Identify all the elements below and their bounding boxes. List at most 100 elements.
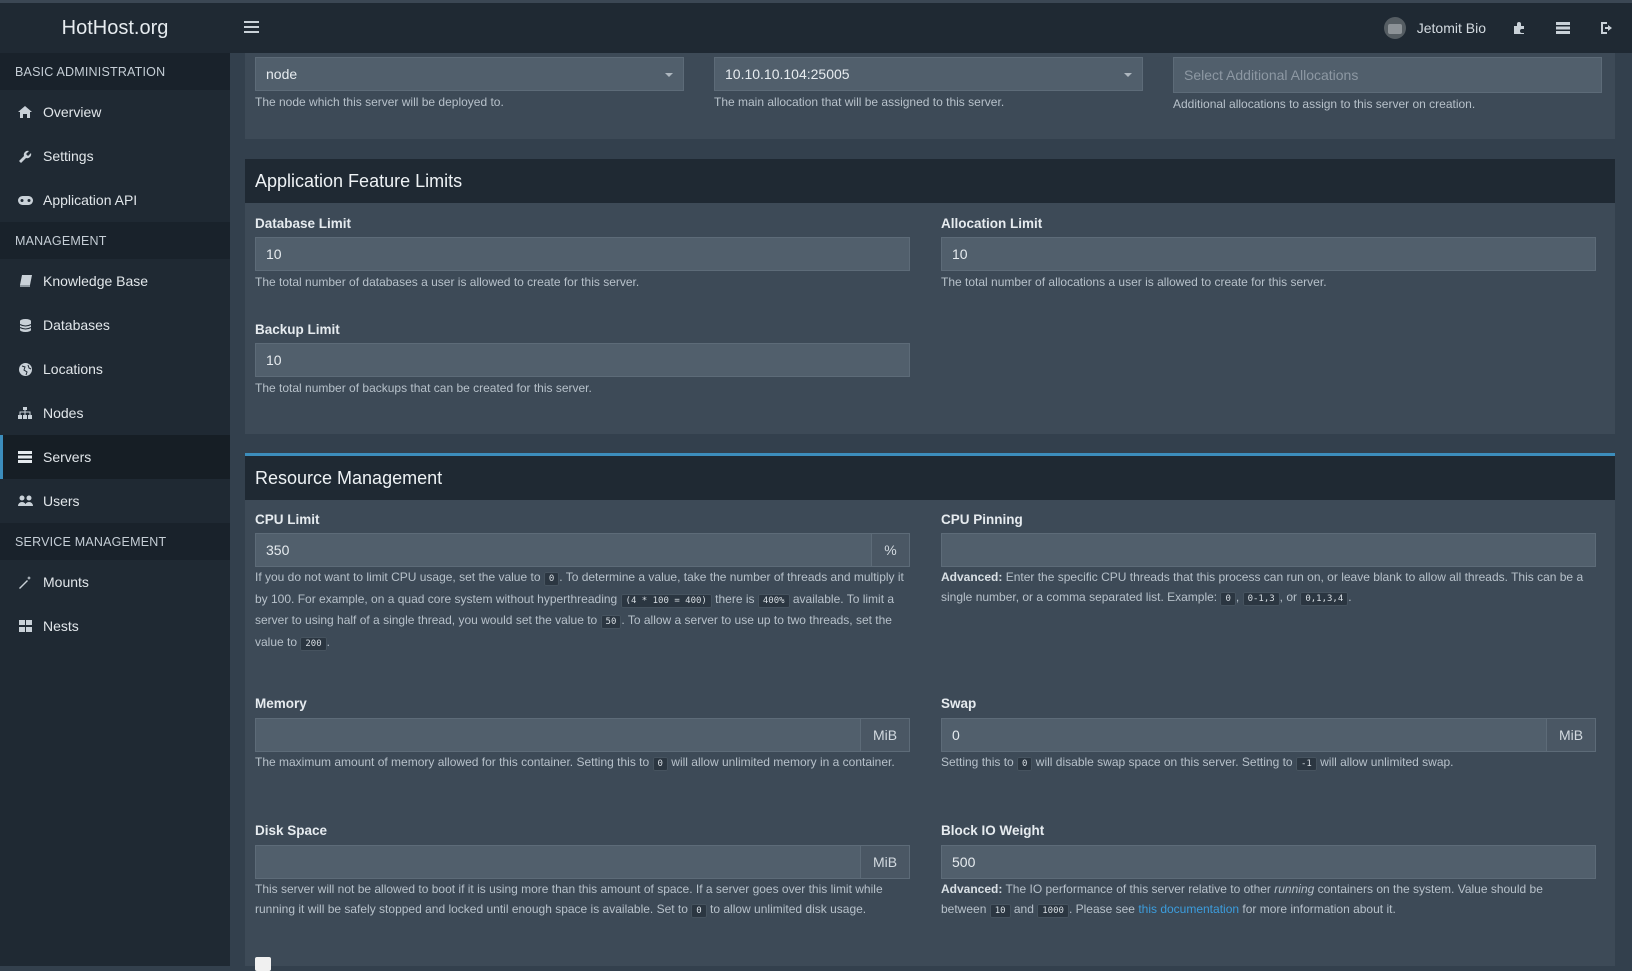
memory-unit: MiB	[860, 718, 910, 752]
allocation-limit-value: 10	[952, 246, 968, 262]
memory-input[interactable]	[255, 718, 861, 752]
book-icon	[17, 274, 33, 288]
sign-out-icon[interactable]	[1600, 21, 1614, 35]
sidebar-item-locations[interactable]: Locations	[0, 347, 230, 391]
database-limit-label: Database Limit	[255, 216, 352, 231]
sidebar-item-label: Users	[43, 493, 80, 509]
resource-management-panel: Resource Management CPU Limit 350 % If y…	[245, 453, 1615, 966]
sidebar-item-label: Servers	[43, 449, 92, 465]
deployment-panel: node The node which this server will be …	[245, 53, 1615, 139]
cpu-pinning-input[interactable]	[941, 533, 1596, 567]
sidebar-item-servers[interactable]: Servers	[0, 435, 230, 479]
sidebar-item-mounts[interactable]: Mounts	[0, 560, 230, 604]
users-icon	[17, 494, 33, 508]
cpu-pinning-label: CPU Pinning	[941, 512, 1023, 527]
sidebar-item-users[interactable]: Users	[0, 479, 230, 523]
grid-icon	[17, 619, 33, 633]
puzzle-icon[interactable]	[1512, 21, 1526, 35]
allocation-select[interactable]: 10.10.10.104:25005	[714, 57, 1143, 91]
sidebar-item-label: Nodes	[43, 405, 84, 421]
feature-limits-title: Application Feature Limits	[245, 159, 1615, 203]
gamepad-icon	[17, 193, 33, 207]
sidebar-item-label: Knowledge Base	[43, 273, 149, 289]
sidebar-item-label: Application API	[43, 192, 138, 208]
top-navbar: HotHost.org Jetomit Bio	[0, 0, 1632, 53]
cpu-limit-help: If you do not want to limit CPU usage, s…	[255, 570, 904, 651]
database-icon	[17, 318, 33, 332]
node-select-value: node	[266, 66, 298, 82]
cpu-limit-unit: %	[871, 533, 910, 567]
allocation-limit-input[interactable]: 10	[941, 237, 1596, 271]
brand-logo[interactable]: HotHost.org	[0, 3, 230, 53]
swap-unit: MiB	[1546, 718, 1596, 752]
allocation-limit-label: Allocation Limit	[941, 216, 1043, 231]
globe-icon	[17, 362, 33, 376]
swap-value: 0	[952, 727, 960, 743]
server-list-icon[interactable]	[1556, 21, 1570, 35]
additional-allocations-input[interactable]: Select Additional Allocations	[1173, 57, 1602, 93]
cpu-limit-label: CPU Limit	[255, 512, 320, 527]
swap-input[interactable]: 0	[941, 718, 1547, 752]
sidebar-section-header: MANAGEMENT	[0, 222, 230, 259]
allocation-limit-help: The total number of allocations a user i…	[941, 275, 1327, 289]
allocation-help: The main allocation that will be assigne…	[714, 95, 1005, 109]
node-select[interactable]: node	[255, 57, 684, 91]
home-icon	[17, 105, 33, 119]
cpu-pinning-help: Advanced: Enter the specific CPU threads…	[941, 570, 1584, 606]
chevron-down-icon	[665, 73, 673, 77]
sidebar-item-nodes[interactable]: Nodes	[0, 391, 230, 435]
server-icon	[17, 450, 33, 464]
disk-space-label: Disk Space	[255, 823, 328, 838]
memory-help: The maximum amount of memory allowed for…	[255, 755, 895, 771]
sitemap-icon	[17, 406, 33, 420]
swap-help: Setting this to 0 will disable swap spac…	[941, 755, 1454, 771]
memory-label: Memory	[255, 696, 307, 711]
feature-limits-panel: Application Feature Limits Database Limi…	[245, 159, 1615, 434]
disk-space-unit: MiB	[860, 845, 910, 879]
sidebar-item-label: Databases	[43, 317, 110, 333]
backup-limit-value: 10	[266, 352, 282, 368]
sidebar-item-settings[interactable]: Settings	[0, 134, 230, 178]
additional-allocations-help: Additional allocations to assign to this…	[1173, 97, 1476, 111]
wrench-icon	[17, 149, 33, 163]
sidebar-item-knowledge-base[interactable]: Knowledge Base	[0, 259, 230, 303]
documentation-link[interactable]: this documentation	[1138, 902, 1239, 916]
block-io-label: Block IO Weight	[941, 823, 1045, 838]
disk-space-help: This server will not be allowed to boot …	[255, 882, 883, 918]
allocation-select-value: 10.10.10.104:25005	[725, 66, 850, 82]
avatar[interactable]	[1383, 17, 1406, 39]
sidebar-toggle-icon[interactable]	[244, 18, 259, 36]
sidebar-item-application-api[interactable]: Application API	[0, 178, 230, 222]
disk-space-input[interactable]	[255, 845, 861, 879]
block-io-help: Advanced: The IO performance of this ser…	[941, 882, 1543, 918]
resource-management-title: Resource Management	[245, 456, 1615, 500]
database-limit-input[interactable]: 10	[255, 237, 910, 271]
sidebar-item-label: Settings	[43, 148, 94, 164]
sidebar-section-header: SERVICE MANAGEMENT	[0, 523, 230, 560]
block-io-input[interactable]: 500	[941, 845, 1596, 879]
node-help: The node which this server will be deplo…	[255, 95, 504, 109]
sidebar-item-label: Nests	[43, 618, 79, 634]
sidebar-section-header: BASIC ADMINISTRATION	[0, 53, 230, 90]
chevron-down-icon	[1124, 73, 1132, 77]
additional-allocations-placeholder: Select Additional Allocations	[1184, 67, 1359, 83]
backup-limit-label: Backup Limit	[255, 322, 340, 337]
cpu-limit-value: 350	[266, 542, 290, 558]
sidebar-item-databases[interactable]: Databases	[0, 303, 230, 347]
user-name[interactable]: Jetomit Bio	[1417, 20, 1486, 36]
checkbox[interactable]	[255, 957, 271, 971]
database-limit-help: The total number of databases a user is …	[255, 275, 640, 289]
sidebar: BASIC ADMINISTRATION Overview Settings A…	[0, 53, 230, 966]
magic-icon	[17, 575, 33, 589]
database-limit-value: 10	[266, 246, 282, 262]
sidebar-item-nests[interactable]: Nests	[0, 604, 230, 648]
backup-limit-input[interactable]: 10	[255, 343, 910, 377]
swap-label: Swap	[941, 696, 977, 711]
backup-limit-help: The total number of backups that can be …	[255, 381, 592, 395]
sidebar-item-label: Locations	[43, 361, 103, 377]
user-menu: Jetomit Bio	[1383, 3, 1632, 53]
block-io-value: 500	[952, 854, 976, 870]
sidebar-item-label: Mounts	[43, 574, 89, 590]
cpu-limit-input[interactable]: 350	[255, 533, 872, 567]
sidebar-item-overview[interactable]: Overview	[0, 90, 230, 134]
